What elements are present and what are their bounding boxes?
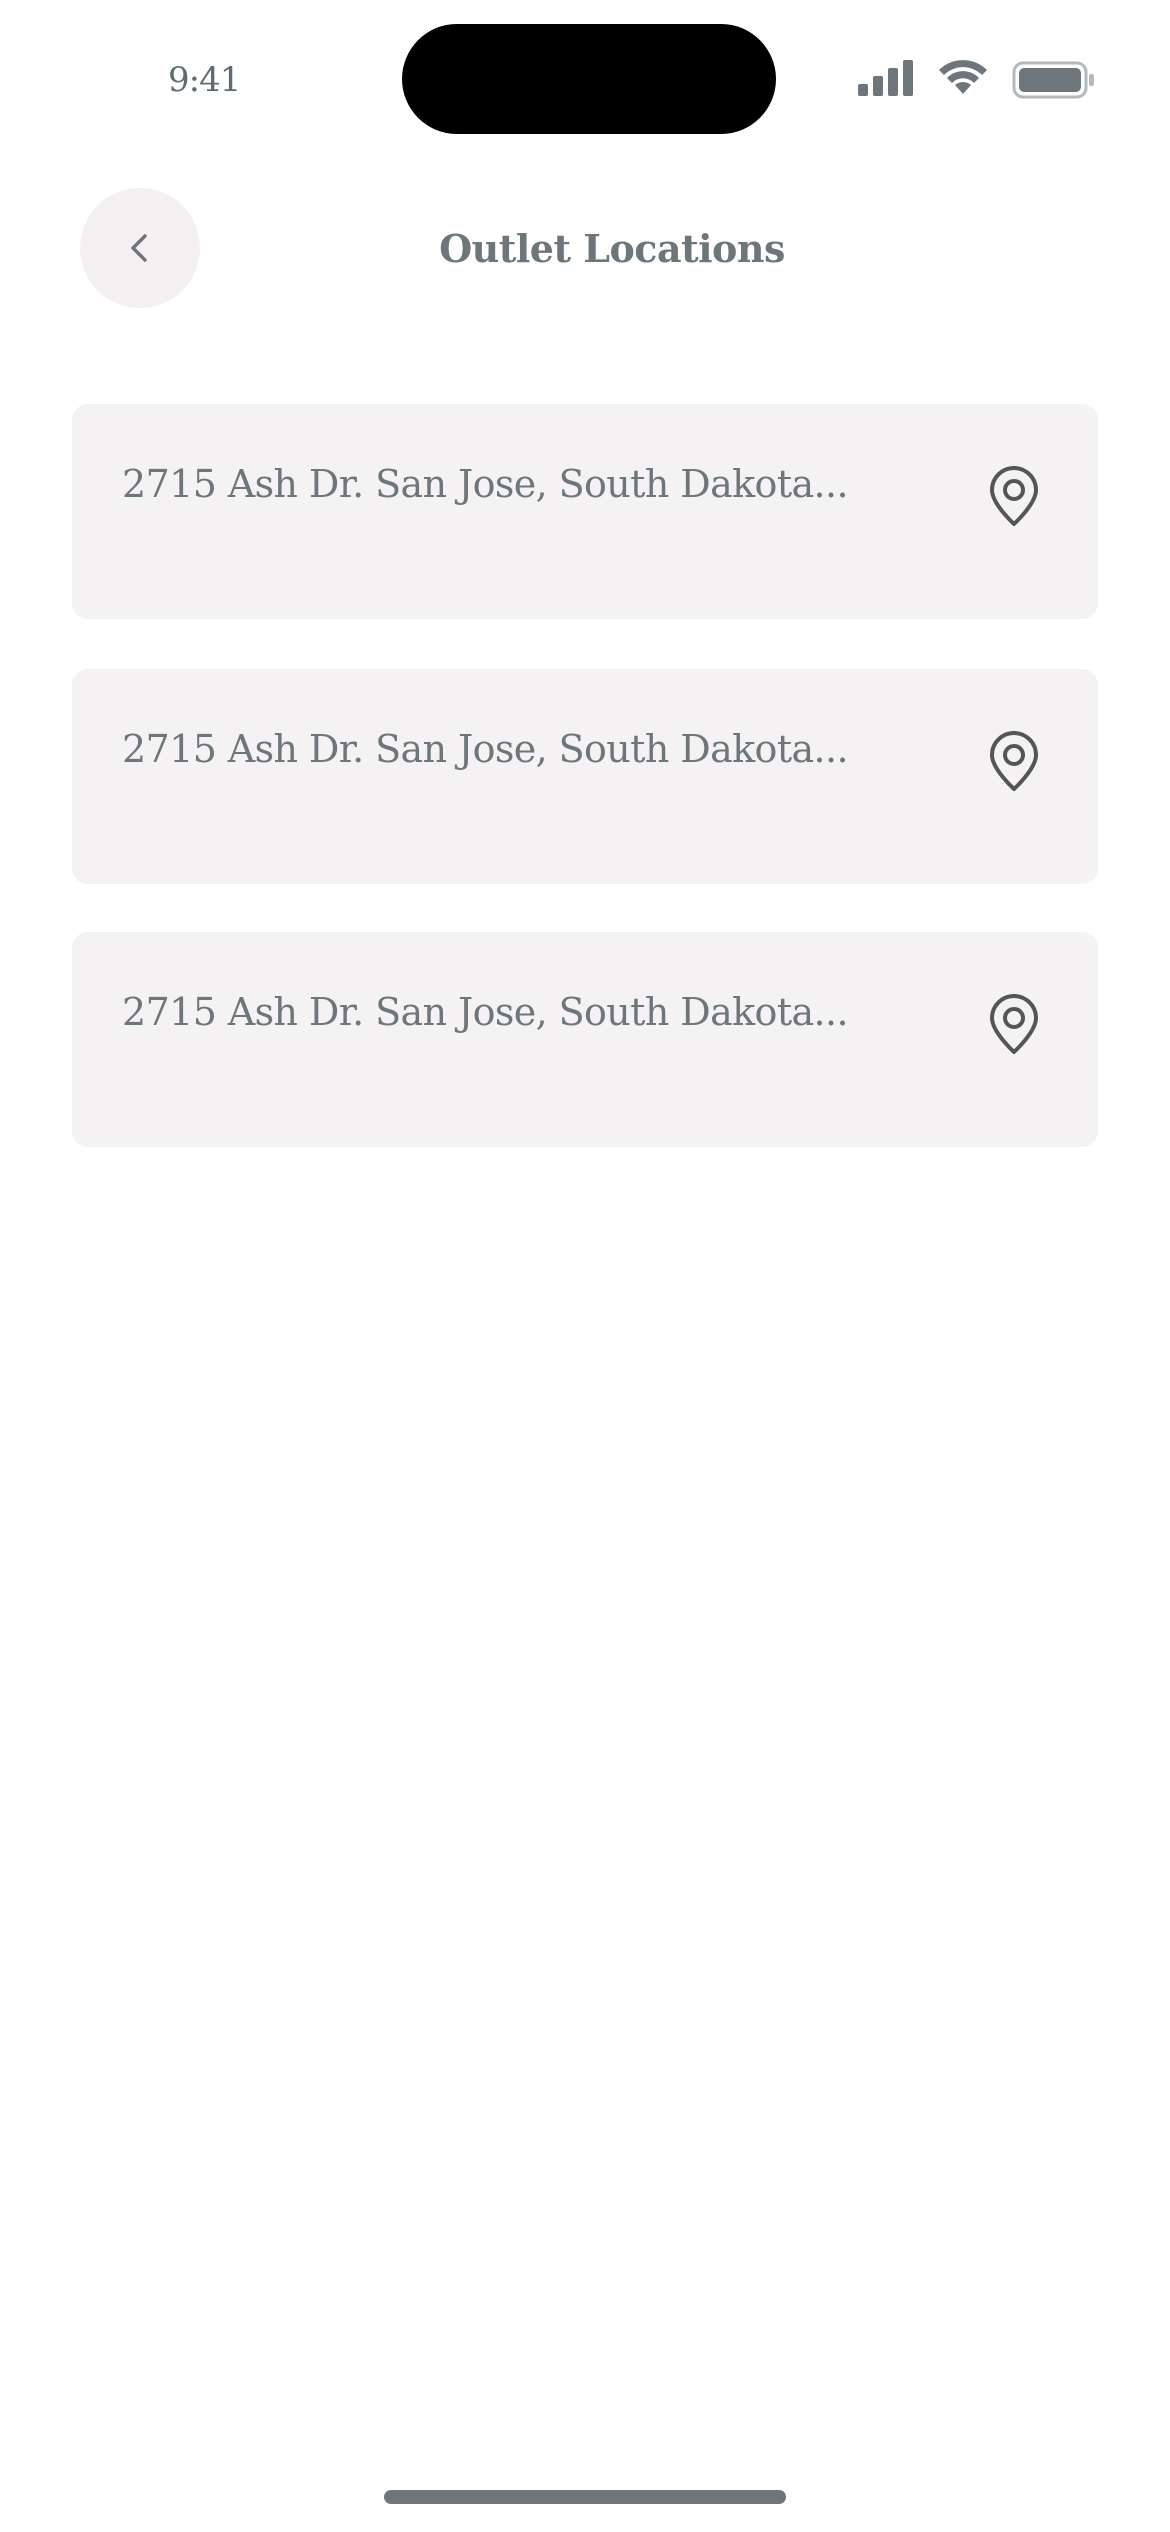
dynamic-island bbox=[402, 24, 776, 134]
location-list: 2715 Ash Dr. San Jose, South Dakota... 2… bbox=[72, 404, 1098, 1197]
map-pin-icon[interactable] bbox=[982, 731, 1046, 795]
location-address: 2715 Ash Dr. San Jose, South Dakota... bbox=[122, 727, 849, 771]
header: Outlet Locations bbox=[0, 188, 1170, 308]
location-card[interactable]: 2715 Ash Dr. San Jose, South Dakota... bbox=[72, 932, 1098, 1147]
battery-icon bbox=[1012, 61, 1094, 99]
location-address: 2715 Ash Dr. San Jose, South Dakota... bbox=[122, 462, 849, 506]
home-indicator[interactable] bbox=[384, 2490, 786, 2504]
page-title: Outlet Locations bbox=[439, 226, 785, 271]
status-bar: 9:41 bbox=[0, 0, 1170, 140]
location-card[interactable]: 2715 Ash Dr. San Jose, South Dakota... bbox=[72, 669, 1098, 884]
map-pin-icon[interactable] bbox=[982, 466, 1046, 530]
location-address: 2715 Ash Dr. San Jose, South Dakota... bbox=[122, 990, 849, 1034]
location-card[interactable]: 2715 Ash Dr. San Jose, South Dakota... bbox=[72, 404, 1098, 619]
cellular-signal-icon bbox=[858, 60, 913, 96]
wifi-icon bbox=[939, 60, 987, 94]
status-time: 9:41 bbox=[168, 60, 241, 100]
map-pin-icon[interactable] bbox=[982, 994, 1046, 1058]
